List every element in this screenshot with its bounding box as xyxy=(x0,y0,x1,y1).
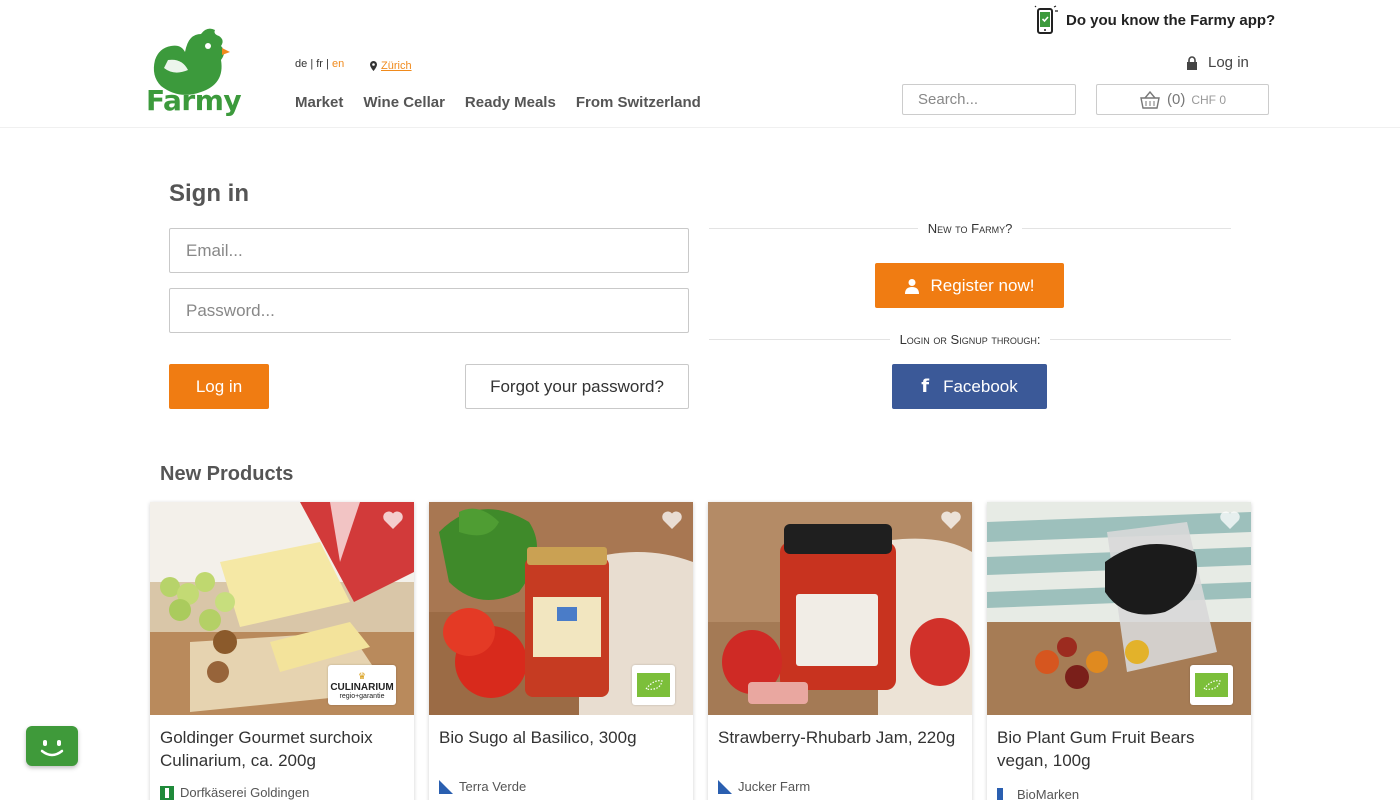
product-producer[interactable]: Terra Verde xyxy=(439,779,526,794)
product-title[interactable]: Strawberry-Rhubarb Jam, 220g xyxy=(718,726,963,749)
logo-wordmark[interactable]: Farmy xyxy=(146,84,242,117)
producer-flag-icon xyxy=(439,779,453,794)
favorite-heart-icon[interactable] xyxy=(940,510,962,530)
smartphone-icon xyxy=(1034,5,1058,34)
product-title[interactable]: Goldinger Gourmet surchoix Culinarium, c… xyxy=(160,726,405,772)
product-image[interactable]: ♛ CULINARIUM regio+garantie xyxy=(150,502,414,715)
product-card[interactable]: Strawberry-Rhubarb Jam, 220g Jucker Farm xyxy=(708,502,972,800)
header-login-link[interactable]: Log in xyxy=(1186,54,1249,71)
facebook-label: Facebook xyxy=(943,376,1018,396)
login-button[interactable]: Log in xyxy=(169,364,269,409)
facebook-login-button[interactable]: f Facebook xyxy=(892,364,1047,409)
search-input[interactable] xyxy=(902,84,1076,115)
divider-line xyxy=(709,227,918,229)
cart-button[interactable]: (0) CHF 0 xyxy=(1096,84,1269,115)
cart-total: CHF 0 xyxy=(1191,92,1226,107)
new-to-farmy-label: New to Farmy? xyxy=(927,220,1013,236)
product-producer[interactable]: BioMarken xyxy=(997,787,1079,800)
favorite-heart-icon[interactable] xyxy=(661,510,683,530)
social-login-label: Login or Signup through: xyxy=(899,331,1041,347)
culinarium-badge: ♛ CULINARIUM regio+garantie xyxy=(328,665,396,705)
crown-icon: ♛ xyxy=(357,670,367,681)
app-promo-text: Do you know the Farmy app? xyxy=(1066,11,1276,29)
header-login-label: Log in xyxy=(1208,54,1249,71)
producer-flag-icon xyxy=(997,787,1011,800)
product-card[interactable]: ♛ CULINARIUM regio+garantie Goldinger Go… xyxy=(150,502,414,800)
main-nav: Market Wine Cellar Ready Meals From Swit… xyxy=(295,94,701,111)
product-producer[interactable]: Jucker Farm xyxy=(718,779,810,794)
lang-de[interactable]: de xyxy=(295,58,307,70)
location-pin-icon xyxy=(370,61,377,71)
divider-line xyxy=(709,338,890,340)
location-label[interactable]: Zürich xyxy=(381,60,412,72)
email-field[interactable] xyxy=(169,228,689,273)
lock-icon xyxy=(1187,55,1197,70)
product-list: ♛ CULINARIUM regio+garantie Goldinger Go… xyxy=(150,502,1251,800)
app-promo-link[interactable]: Do you know the Farmy app? xyxy=(1034,5,1275,35)
organic-badge xyxy=(1190,665,1233,705)
organic-badge xyxy=(632,665,675,705)
facebook-icon: f xyxy=(921,376,930,397)
favorite-heart-icon[interactable] xyxy=(382,510,404,530)
product-producer[interactable]: Dorfkäserei Goldingen xyxy=(160,785,309,800)
lang-fr[interactable]: fr xyxy=(316,58,323,70)
social-login-divider: Login or Signup through: xyxy=(709,329,1232,349)
chatbot-button[interactable] xyxy=(26,726,78,766)
signin-title: Sign in xyxy=(169,180,249,207)
location-selector[interactable]: Zürich xyxy=(370,60,412,72)
language-switcher: de | fr | en xyxy=(295,58,345,70)
product-image[interactable] xyxy=(987,502,1251,715)
site-header: Farmy de | fr | en Zürich Market Wine Ce… xyxy=(0,0,1400,128)
producer-flag-icon xyxy=(160,785,174,800)
new-to-farmy-divider: New to Farmy? xyxy=(709,218,1231,238)
new-products-title: New Products xyxy=(160,463,294,485)
eu-organic-leaf-icon xyxy=(637,673,670,697)
product-image[interactable] xyxy=(429,502,693,715)
divider-line xyxy=(1050,338,1232,340)
eu-organic-leaf-icon xyxy=(1195,673,1228,697)
user-icon xyxy=(904,278,919,294)
register-button[interactable]: Register now! xyxy=(875,263,1064,308)
register-label: Register now! xyxy=(930,275,1035,295)
product-title[interactable]: Bio Sugo al Basilico, 300g xyxy=(439,726,684,749)
product-title[interactable]: Bio Plant Gum Fruit Bears vegan, 100g xyxy=(997,726,1242,772)
nav-from-switzerland[interactable]: From Switzerland xyxy=(576,94,701,111)
product-card[interactable]: Bio Sugo al Basilico, 300g Terra Verde xyxy=(429,502,693,800)
forgot-password-button[interactable]: Forgot your password? xyxy=(465,364,689,409)
nav-wine-cellar[interactable]: Wine Cellar xyxy=(363,94,445,111)
favorite-heart-icon[interactable] xyxy=(1219,510,1241,530)
cart-count: (0) xyxy=(1166,91,1186,108)
product-card[interactable]: Bio Plant Gum Fruit Bears vegan, 100g Bi… xyxy=(987,502,1251,800)
nav-market[interactable]: Market xyxy=(295,94,343,111)
lang-en[interactable]: en xyxy=(332,58,344,70)
producer-flag-icon xyxy=(718,779,732,794)
shopping-basket-icon xyxy=(1140,90,1160,109)
divider-line xyxy=(1022,227,1231,229)
nav-ready-meals[interactable]: Ready Meals xyxy=(465,94,556,111)
product-image[interactable] xyxy=(708,502,972,715)
password-field[interactable] xyxy=(169,288,689,333)
chatbot-face-icon xyxy=(40,740,64,757)
